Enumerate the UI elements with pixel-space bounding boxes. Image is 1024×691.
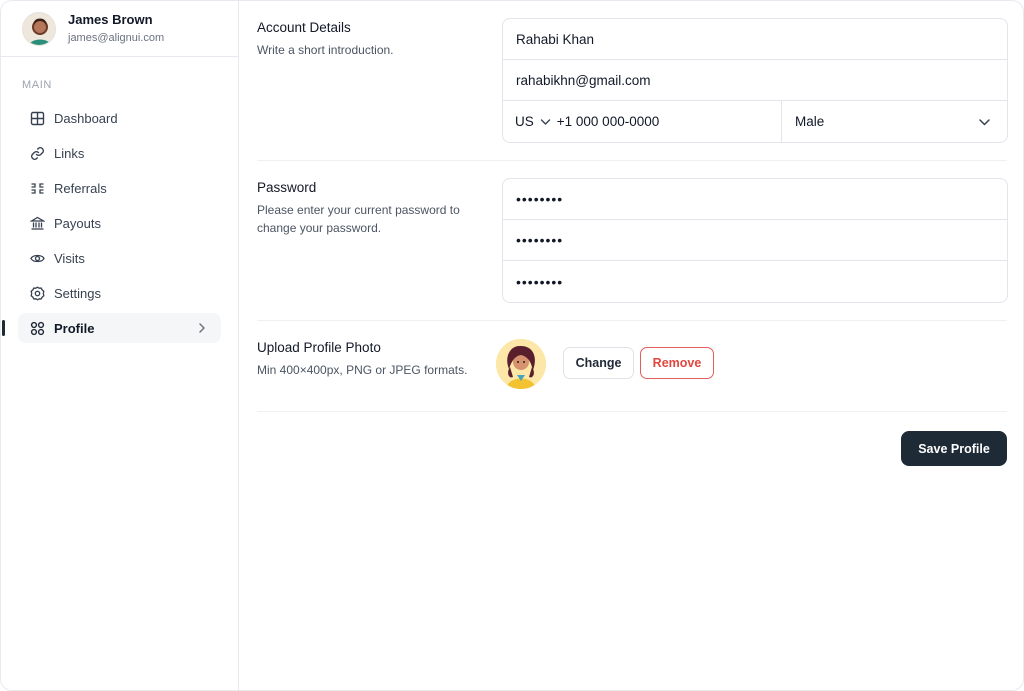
gender-select[interactable]: Male <box>782 101 1007 142</box>
app-window: James Brown james@alignui.com MAIN Dashb… <box>0 0 1024 691</box>
password-description: Please enter your current password to ch… <box>257 203 460 235</box>
divider <box>257 320 1007 321</box>
sidebar-item-label: Profile <box>54 320 95 336</box>
phone-gender-row: US Male <box>503 101 1007 142</box>
password-value: •••••••• <box>516 273 564 290</box>
phone-input[interactable] <box>556 101 781 142</box>
sidebar-item-label: Dashboard <box>54 110 118 126</box>
sidebar-item-links[interactable]: Links <box>18 138 221 168</box>
new-password-field[interactable]: •••••••• <box>503 220 1007 261</box>
password-value: •••••••• <box>516 232 564 248</box>
chevron-right-icon <box>197 321 207 338</box>
name-field-row <box>503 19 1007 60</box>
link-icon <box>30 146 45 161</box>
gear-icon <box>30 285 45 301</box>
confirm-password-field[interactable]: •••••••• <box>503 261 1007 302</box>
grid-icon <box>30 111 45 126</box>
password-fields: •••••••• •••••••• •••••••• <box>502 178 1008 303</box>
email-field[interactable] <box>503 60 1007 100</box>
bank-icon <box>30 216 45 231</box>
sidebar-item-label: Settings <box>54 285 101 301</box>
sidebar-item-label: Links <box>54 145 85 161</box>
apps-icon <box>30 321 45 336</box>
sidebar-item-profile[interactable]: Profile <box>2 313 221 343</box>
country-code-select[interactable]: US <box>503 114 557 129</box>
user-name: James Brown <box>68 12 153 27</box>
photo-description: Min 400×400px, PNG or JPEG formats. <box>257 363 468 377</box>
save-profile-button[interactable]: Save Profile <box>901 431 1007 466</box>
divider <box>257 411 1007 412</box>
referrals-icon <box>30 181 45 196</box>
country-code-value: US <box>515 114 534 129</box>
sidebar-item-label: Payouts <box>54 215 101 231</box>
email-field-row <box>503 60 1007 101</box>
current-password-field[interactable]: •••••••• <box>503 179 1007 220</box>
profile-photo <box>496 339 546 389</box>
user-email: james@alignui.com <box>68 32 165 44</box>
name-field[interactable] <box>503 19 1007 59</box>
sidebar-item-settings[interactable]: Settings <box>18 278 221 308</box>
account-fields: US Male <box>502 18 1008 143</box>
sidebar-item-referrals[interactable]: Referrals <box>18 173 221 203</box>
sidebar-item-label: Referrals <box>54 180 107 196</box>
sidebar: James Brown james@alignui.com MAIN Dashb… <box>1 1 239 690</box>
sidebar-item-payouts[interactable]: Payouts <box>18 208 221 238</box>
remove-photo-button[interactable]: Remove <box>640 347 714 379</box>
divider <box>257 160 1007 161</box>
chevron-down-icon <box>978 114 991 129</box>
sidebar-nav: Dashboard Links Referrals Payouts Visits… <box>1 103 238 343</box>
user-avatar <box>22 11 56 46</box>
nav-section-label: MAIN <box>22 79 52 91</box>
sidebar-item-visits[interactable]: Visits <box>18 243 221 273</box>
main-content: Account Details Write a short introducti… <box>239 1 1023 690</box>
user-card[interactable]: James Brown james@alignui.com <box>1 1 238 57</box>
chevron-down-icon <box>540 114 551 129</box>
gender-value: Male <box>795 114 825 129</box>
sidebar-item-label: Visits <box>54 250 85 266</box>
sidebar-item-dashboard[interactable]: Dashboard <box>18 103 221 133</box>
change-photo-button[interactable]: Change <box>563 347 634 379</box>
password-value: •••••••• <box>516 191 564 207</box>
account-details-description: Write a short introduction. <box>257 43 394 57</box>
phone-field: US <box>503 101 782 142</box>
eye-icon <box>30 251 45 266</box>
